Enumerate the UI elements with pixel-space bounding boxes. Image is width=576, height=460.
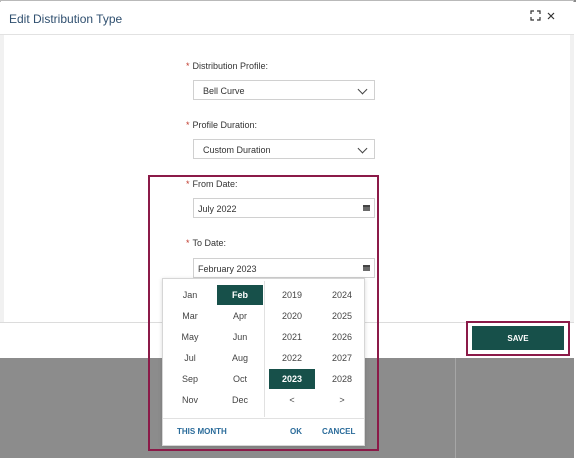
month-year-picker: Jan Feb Mar Apr May Jun Jul Aug Sep Oct … bbox=[162, 278, 365, 446]
chevron-down-icon bbox=[357, 143, 368, 154]
profile-duration-value: Custom Duration bbox=[203, 145, 271, 155]
year-2026[interactable]: 2026 bbox=[319, 327, 365, 347]
distribution-profile-label: * Distribution Profile: bbox=[186, 61, 268, 71]
month-nov[interactable]: Nov bbox=[167, 390, 213, 410]
required-mark: * bbox=[186, 61, 190, 71]
year-2024[interactable]: 2024 bbox=[319, 285, 365, 305]
calendar-icon[interactable] bbox=[363, 205, 370, 211]
from-date-value: July 2022 bbox=[198, 204, 237, 214]
to-date-label-text: To Date: bbox=[192, 238, 227, 248]
required-mark: * bbox=[186, 238, 190, 248]
month-jun[interactable]: Jun bbox=[217, 327, 263, 347]
to-date-label: * To Date: bbox=[186, 238, 226, 248]
year-2023[interactable]: 2023 bbox=[269, 369, 315, 389]
distribution-profile-label-text: Distribution Profile: bbox=[192, 61, 269, 71]
year-2021[interactable]: 2021 bbox=[269, 327, 315, 347]
years-next-button[interactable]: > bbox=[319, 390, 365, 410]
from-date-input[interactable]: July 2022 bbox=[193, 198, 375, 218]
backdrop-divider bbox=[455, 358, 456, 458]
picker-footer-divider bbox=[163, 418, 364, 419]
year-2025[interactable]: 2025 bbox=[319, 306, 365, 326]
profile-duration-label: * Profile Duration: bbox=[186, 120, 257, 130]
dialog-title: Edit Distribution Type bbox=[9, 12, 123, 26]
year-2028[interactable]: 2028 bbox=[319, 369, 365, 389]
month-oct[interactable]: Oct bbox=[217, 369, 263, 389]
from-date-label: * From Date: bbox=[186, 179, 238, 189]
year-2020[interactable]: 2020 bbox=[269, 306, 315, 326]
month-dec[interactable]: Dec bbox=[217, 390, 263, 410]
ok-button[interactable]: OK bbox=[290, 427, 302, 436]
month-feb[interactable]: Feb bbox=[217, 285, 263, 305]
this-month-button[interactable]: THIS MONTH bbox=[177, 427, 227, 436]
year-2019[interactable]: 2019 bbox=[269, 285, 315, 305]
profile-duration-select[interactable]: Custom Duration bbox=[193, 139, 375, 159]
required-mark: * bbox=[186, 179, 190, 189]
dialog-header: Edit Distribution Type bbox=[0, 2, 574, 35]
month-sep[interactable]: Sep bbox=[167, 369, 213, 389]
month-jul[interactable]: Jul bbox=[167, 348, 213, 368]
close-icon[interactable] bbox=[544, 10, 558, 24]
to-date-input[interactable]: February 2023 bbox=[193, 258, 375, 278]
cancel-button[interactable]: CANCEL bbox=[322, 427, 355, 436]
distribution-profile-value: Bell Curve bbox=[203, 86, 245, 96]
from-date-label-text: From Date: bbox=[192, 179, 238, 189]
years-prev-button[interactable]: < bbox=[269, 390, 315, 410]
year-2022[interactable]: 2022 bbox=[269, 348, 315, 368]
expand-icon[interactable] bbox=[528, 10, 542, 24]
chevron-down-icon bbox=[357, 84, 368, 95]
required-mark: * bbox=[186, 120, 190, 130]
picker-divider bbox=[264, 281, 265, 417]
save-button[interactable]: SAVE bbox=[472, 326, 564, 350]
calendar-icon[interactable] bbox=[363, 265, 370, 271]
to-date-value: February 2023 bbox=[198, 264, 257, 274]
month-may[interactable]: May bbox=[167, 327, 213, 347]
month-apr[interactable]: Apr bbox=[217, 306, 263, 326]
year-2027[interactable]: 2027 bbox=[319, 348, 365, 368]
month-jan[interactable]: Jan bbox=[167, 285, 213, 305]
profile-duration-label-text: Profile Duration: bbox=[192, 120, 258, 130]
month-mar[interactable]: Mar bbox=[167, 306, 213, 326]
body-right-gutter bbox=[570, 35, 574, 322]
distribution-profile-select[interactable]: Bell Curve bbox=[193, 80, 375, 100]
month-aug[interactable]: Aug bbox=[217, 348, 263, 368]
